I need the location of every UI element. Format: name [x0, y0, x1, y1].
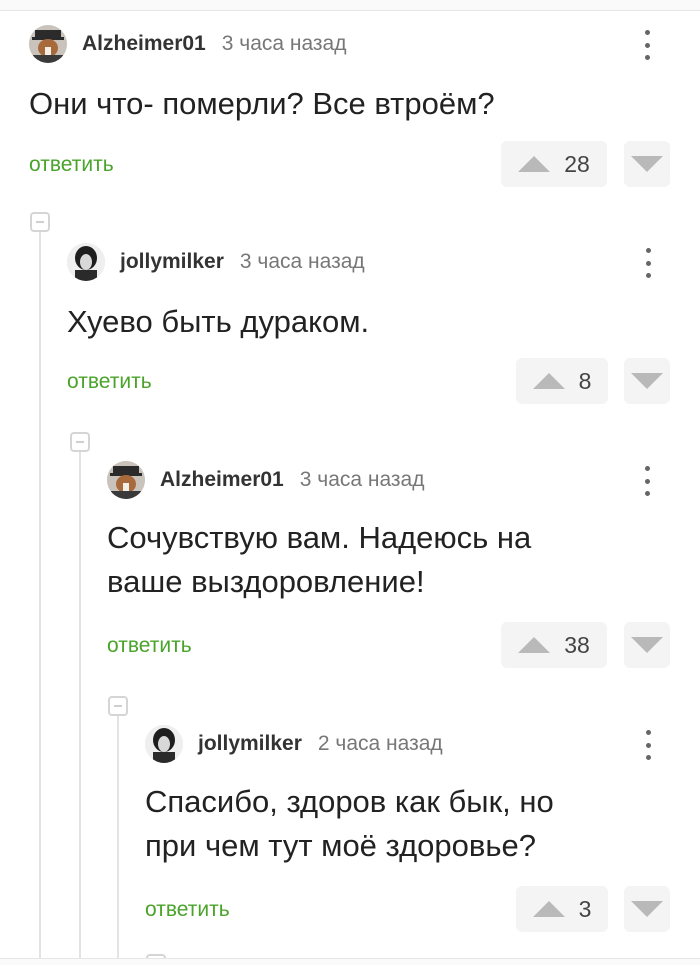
person-avatar[interactable] [145, 725, 183, 763]
upvote-button[interactable]: 28 [501, 141, 607, 187]
comment-time: 3 часа назад [221, 32, 347, 55]
comment-text-line: при чем тут моё здоровье? [145, 828, 536, 863]
more-options-icon[interactable] [636, 730, 660, 760]
reply-link[interactable]: ответить [107, 634, 192, 658]
arrow-down-icon [631, 901, 663, 917]
rating-count: 28 [564, 150, 590, 177]
arrow-up-icon [532, 901, 565, 917]
comment-text-line: Сочувствую вам. Надеюсь на [107, 520, 532, 555]
comment-header: jollymilker 3 часа назад [67, 242, 365, 282]
comment-text: Спасибо, здоров как бык, но при чем тут … [145, 780, 554, 868]
arrow-up-icon [518, 156, 551, 172]
more-options-icon[interactable] [635, 466, 659, 496]
comment-header: Alzheimer01 3 часа назад [107, 460, 424, 500]
collapse-thread-1-button[interactable] [30, 212, 50, 232]
downvote-button[interactable] [624, 622, 670, 668]
reply-link[interactable]: ответить [145, 898, 230, 922]
comment-1: Alzheimer01 3 часа назад Они что- померл… [29, 24, 700, 194]
comment-text: Сочувствую вам. Надеюсь на ваше выздоров… [107, 516, 531, 604]
downvote-button[interactable] [624, 358, 670, 404]
rating-count: 3 [578, 895, 592, 922]
downvote-button[interactable] [624, 141, 670, 187]
comment-text: Они что- померли? Все втроём? [29, 86, 495, 121]
more-options-icon[interactable] [636, 248, 660, 278]
comment-time: 3 часа назад [239, 250, 365, 273]
thread-line-2[interactable] [79, 452, 81, 960]
downvote-button[interactable] [624, 886, 670, 932]
upvote-button[interactable]: 38 [501, 622, 607, 668]
rating-count: 38 [564, 631, 590, 658]
thread-line-3[interactable] [117, 716, 119, 960]
thread-line-1[interactable] [39, 232, 41, 960]
arrow-up-icon [518, 637, 551, 653]
person-avatar[interactable] [67, 243, 105, 281]
comment-2: jollymilker 3 часа назад Хуево быть дура… [67, 242, 700, 412]
rating-count: 8 [578, 367, 592, 394]
comment-header: jollymilker 2 часа назад [145, 724, 443, 764]
author-name[interactable]: jollymilker [198, 732, 302, 756]
arrow-down-icon [631, 373, 663, 389]
comment-text-line: Спасибо, здоров как бык, но [145, 784, 554, 819]
collapse-thread-2-button[interactable] [70, 432, 90, 452]
reply-link[interactable]: ответить [29, 153, 114, 177]
author-name[interactable]: jollymilker [120, 250, 224, 274]
comment-time: 2 часа назад [317, 732, 443, 755]
upvote-button[interactable]: 8 [516, 358, 608, 404]
comment-header: Alzheimer01 3 часа назад [29, 24, 346, 64]
reply-link[interactable]: ответить [67, 370, 152, 394]
collapse-thread-3-button[interactable] [108, 696, 128, 716]
arrow-down-icon [631, 156, 663, 172]
dog-avatar[interactable] [29, 25, 67, 63]
dog-avatar[interactable] [107, 461, 145, 499]
author-name[interactable]: Alzheimer01 [82, 32, 206, 56]
comment-text: Хуево быть дураком. [67, 304, 370, 339]
comment-4: jollymilker 2 часа назад Спасибо, здоров… [145, 724, 700, 934]
comment-text-line: ваше выздоровление! [107, 564, 425, 599]
comment-time: 3 часа назад [299, 468, 425, 491]
arrow-up-icon [532, 373, 565, 389]
top-divider [0, 0, 700, 11]
more-options-icon[interactable] [635, 30, 659, 60]
upvote-button[interactable]: 3 [516, 886, 608, 932]
comment-3: Alzheimer01 3 часа назад Сочувствую вам.… [107, 460, 700, 670]
author-name[interactable]: Alzheimer01 [160, 468, 284, 492]
arrow-down-icon [631, 637, 663, 653]
